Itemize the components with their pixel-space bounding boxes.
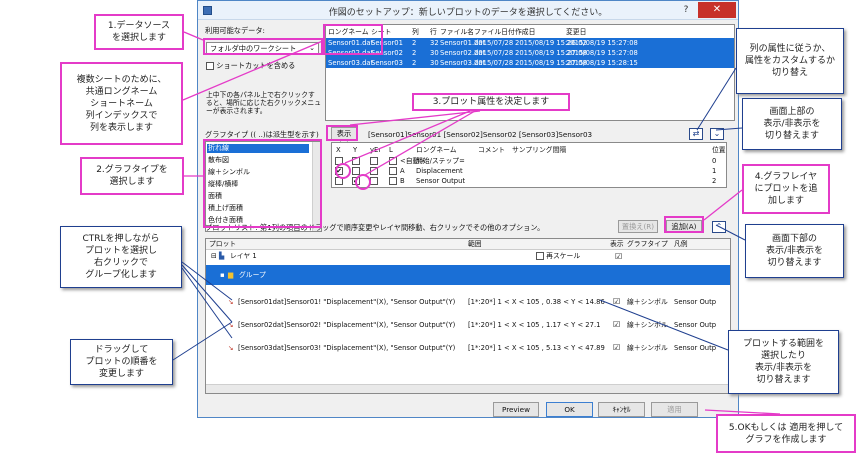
connector-bottom-toggle [715, 224, 746, 241]
callout-connectors [172, 31, 781, 415]
connector-add [703, 189, 743, 221]
connector-show [349, 110, 481, 126]
connector-column-attribute [696, 67, 737, 131]
connector-ctrl-2 [181, 264, 233, 323]
connector-multi-sheet [182, 39, 326, 101]
connector-ctrl-3 [181, 267, 233, 339]
connector-drag [172, 321, 233, 361]
connector-ok [704, 409, 781, 415]
connector-ctrl-1 [181, 261, 233, 301]
connector-data-source [183, 31, 204, 41]
connector-y [364, 110, 476, 176]
connector-top-toggle [715, 127, 743, 131]
connector-range [599, 299, 729, 351]
